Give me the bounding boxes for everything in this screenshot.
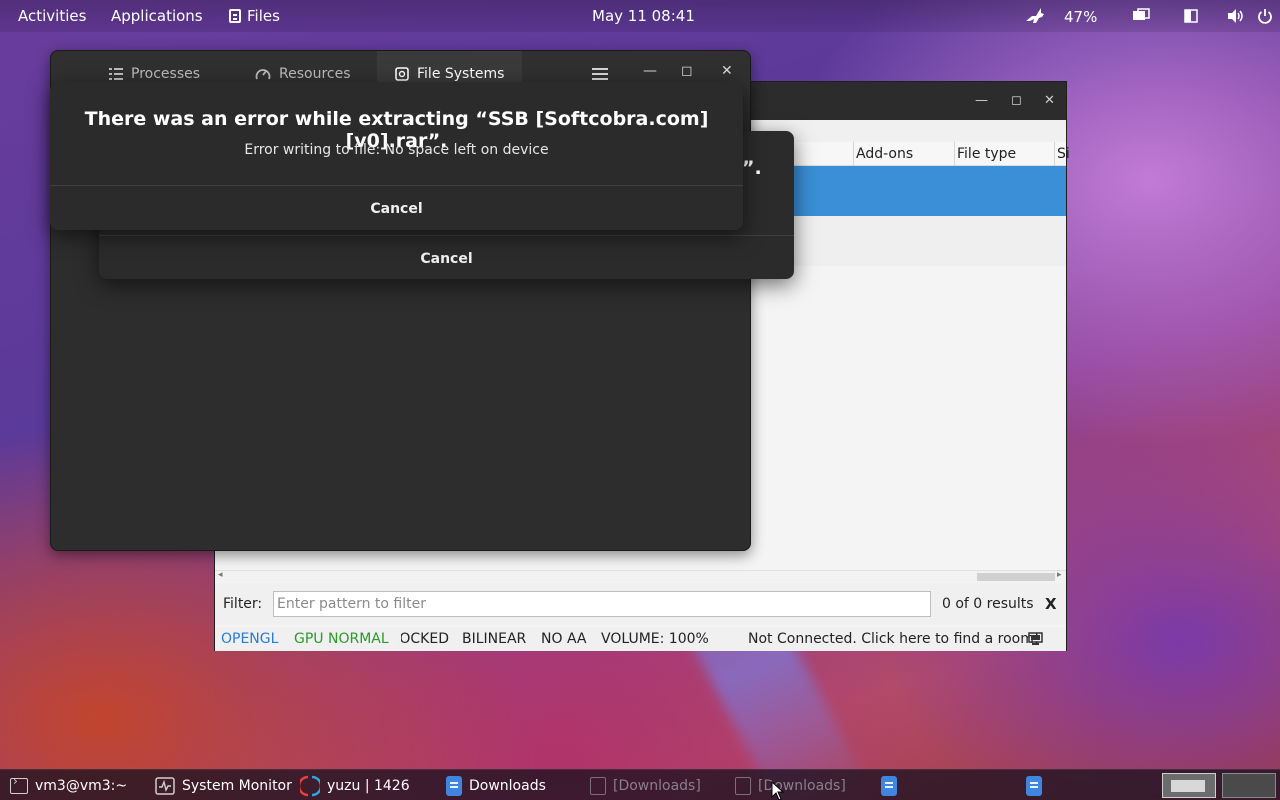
maximize-button[interactable]: ◻	[681, 63, 693, 79]
activities-button[interactable]: Activities	[18, 7, 86, 25]
applications-menu[interactable]: Applications	[111, 7, 203, 25]
taskbar-item-yuzu[interactable]: yuzu | 1426	[300, 770, 410, 800]
taskbar-item-files[interactable]	[1026, 770, 1042, 800]
mouse-cursor-icon	[771, 781, 785, 800]
clear-filter-button[interactable]: X	[1045, 595, 1057, 613]
status-volume[interactable]: VOLUME: 100%	[601, 631, 709, 647]
column-size[interactable]: Si	[1057, 146, 1070, 162]
files-icon	[1026, 775, 1042, 796]
scrollbar-thumb[interactable]	[977, 573, 1055, 581]
maximize-button[interactable]: ◻	[1011, 93, 1022, 108]
column-separator	[853, 142, 854, 166]
filter-input[interactable]	[273, 591, 931, 617]
taskbar-item-label: System Monitor	[182, 777, 292, 794]
taskbar-item-downloads[interactable]: Downloads	[446, 770, 546, 800]
layout-icon[interactable]	[1184, 9, 1198, 23]
system-tray: 47%	[1010, 0, 1280, 32]
terminal-icon	[10, 774, 28, 794]
workspace-1[interactable]	[1162, 773, 1216, 798]
taskbar: vm3@vm3:~ System Monitor yuzu | 1426 Dow…	[0, 769, 1280, 800]
network-icon[interactable]	[1028, 632, 1043, 646]
rabbit-icon[interactable]	[1024, 7, 1046, 25]
yuzu-icon	[300, 775, 320, 796]
taskbar-item-terminal[interactable]: vm3@vm3:~	[10, 770, 127, 800]
taskbar-item-label: yuzu | 1426	[327, 777, 410, 794]
workspace-window-thumbnail	[1171, 780, 1205, 792]
scroll-left-icon[interactable]: ◂	[218, 570, 223, 580]
column-file-type[interactable]: File type	[957, 146, 1016, 162]
menu-button[interactable]	[592, 68, 608, 80]
column-addons[interactable]: Add-ons	[856, 146, 913, 162]
files-icon	[446, 775, 462, 796]
close-button[interactable]: ✕	[721, 63, 733, 79]
dialog-title-fragment: ”.	[742, 157, 762, 179]
power-icon[interactable]	[1257, 8, 1273, 24]
tab-resources-label: Resources	[279, 66, 351, 82]
cancel-button[interactable]: Cancel	[99, 251, 794, 267]
clock[interactable]: May 11 08:41	[592, 7, 695, 25]
close-button[interactable]: ✕	[1044, 93, 1055, 108]
taskbar-item-label: vm3@vm3:~	[35, 777, 128, 794]
files-app-menu[interactable]: Files	[229, 7, 280, 25]
workspace-2[interactable]	[1222, 773, 1276, 798]
column-separator	[954, 142, 955, 166]
tab-file-systems-label: File Systems	[417, 66, 505, 82]
battery-percent[interactable]: 47%	[1064, 8, 1097, 26]
screen-icon[interactable]	[1132, 8, 1150, 24]
top-bar: Activities Applications Files May 11 08:…	[0, 0, 1280, 32]
horizontal-scrollbar[interactable]: ◂ ▸	[215, 570, 1066, 582]
extract-error-dialog: There was an error while extracting “SSB…	[50, 82, 743, 230]
filter-results-count: 0 of 0 results	[942, 596, 1034, 612]
status-aa[interactable]: NO AA	[541, 631, 587, 647]
status-docked[interactable]: DOCKED	[401, 631, 449, 647]
dialog-divider	[99, 235, 794, 236]
taskbar-item-label: Downloads	[469, 777, 546, 794]
status-api[interactable]: OPENGL	[221, 631, 278, 647]
scroll-right-icon[interactable]: ▸	[1057, 570, 1062, 580]
document-icon	[590, 776, 606, 795]
hamburger-icon	[592, 68, 608, 80]
taskbar-item-system-monitor[interactable]: System Monitor	[155, 770, 292, 800]
tab-processes-label: Processes	[131, 66, 201, 82]
multiplayer-status[interactable]: Not Connected. Click here to find a room…	[748, 631, 1039, 647]
files-app-label: Files	[247, 7, 280, 25]
status-bar: OPENGL GPU NORMAL DOCKED BILINEAR NO AA …	[215, 627, 1066, 651]
dialog-divider	[50, 185, 743, 186]
taskbar-item-files[interactable]	[881, 770, 897, 800]
minimize-button[interactable]: —	[975, 93, 988, 108]
disk-icon	[395, 67, 409, 81]
status-filter[interactable]: BILINEAR	[462, 631, 526, 647]
filter-label: Filter:	[223, 596, 263, 612]
files-icon	[881, 775, 897, 796]
dialog-message: Error writing to file: No space left on …	[244, 142, 549, 158]
taskbar-item-label: [Downloads]	[613, 777, 701, 794]
taskbar-item-downloads-minimized[interactable]: [Downloads]	[590, 770, 701, 800]
document-icon	[735, 776, 751, 795]
monitor-icon	[155, 776, 175, 795]
status-gpu[interactable]: GPU NORMAL	[294, 631, 389, 647]
list-icon	[109, 68, 123, 80]
minimize-button[interactable]: —	[643, 63, 657, 79]
volume-icon[interactable]	[1227, 8, 1245, 24]
column-separator	[1054, 142, 1055, 166]
filter-bar: Filter: 0 of 0 results X	[215, 583, 1066, 625]
taskbar-item-downloads-minimized[interactable]: [Downloads]	[735, 770, 846, 800]
cancel-button[interactable]: Cancel	[50, 201, 743, 217]
files-icon	[229, 9, 241, 23]
gauge-icon	[255, 69, 271, 80]
